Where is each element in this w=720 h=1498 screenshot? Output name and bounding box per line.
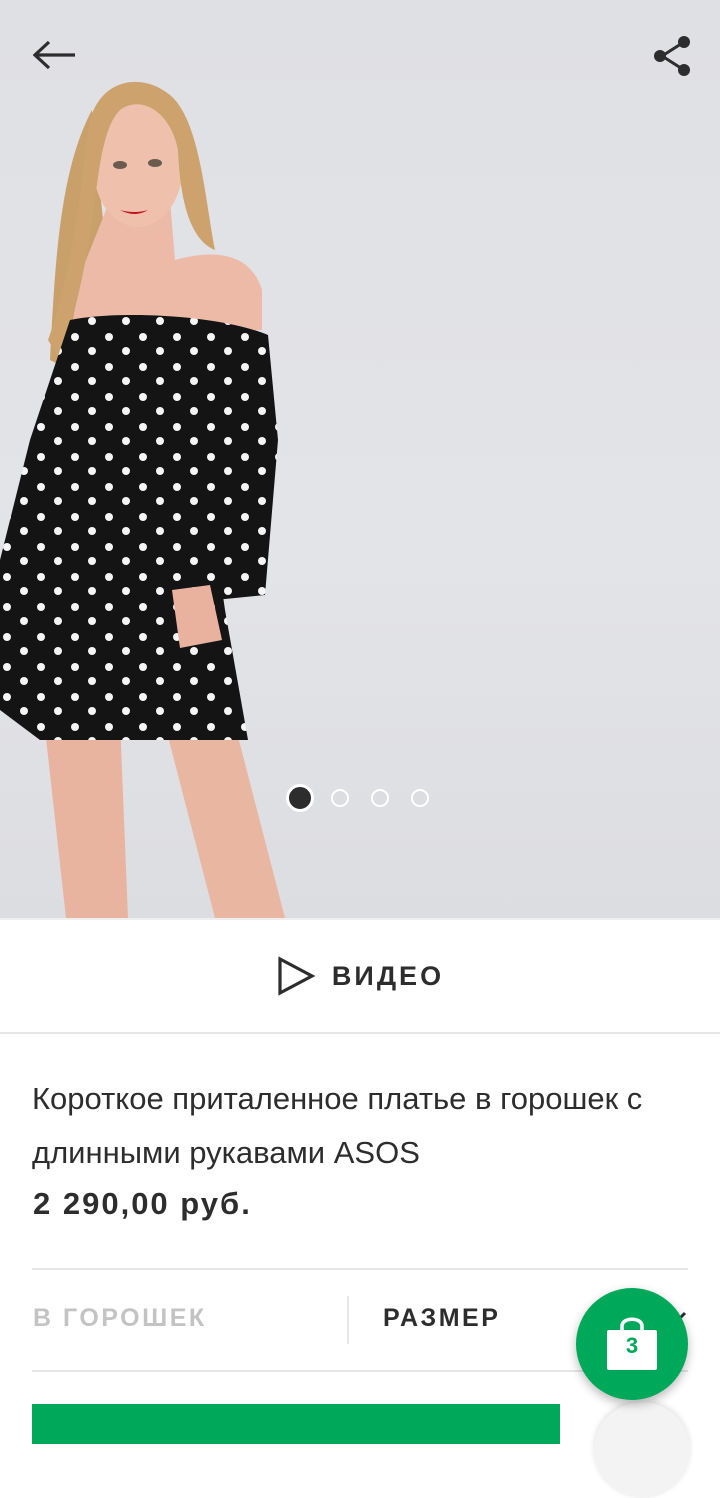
pagination-dot-2[interactable] (331, 789, 349, 807)
bag-count-badge: 3 (625, 1333, 639, 1358)
video-label: ВИДЕО (331, 960, 445, 991)
pagination-dot-3[interactable] (371, 789, 389, 807)
options-divider (347, 1296, 349, 1344)
product-image-gallery[interactable] (0, 0, 720, 918)
pagination-dot-4[interactable] (411, 789, 429, 807)
save-for-later-button[interactable] (594, 1402, 690, 1498)
video-button[interactable]: ВИДЕО (0, 920, 720, 1032)
gallery-pagination (0, 784, 720, 812)
product-price: 2 290,00 руб. (33, 1186, 252, 1221)
pagination-dot-1[interactable] (286, 784, 314, 812)
add-to-bag-button[interactable] (32, 1404, 560, 1444)
size-select[interactable]: РАЗМЕР (383, 1304, 500, 1333)
play-icon (278, 956, 316, 996)
divider (0, 1032, 720, 1034)
arrow-left-icon (33, 40, 75, 70)
product-title: Короткое приталенное платье в горошек с … (32, 1081, 643, 1170)
colour-label: В ГОРОШЕК (33, 1304, 207, 1332)
share-button[interactable] (644, 28, 700, 84)
bag-button[interactable]: 3 (576, 1288, 688, 1400)
back-button[interactable] (27, 27, 83, 83)
share-icon (654, 36, 690, 76)
product-photo (0, 81, 285, 918)
